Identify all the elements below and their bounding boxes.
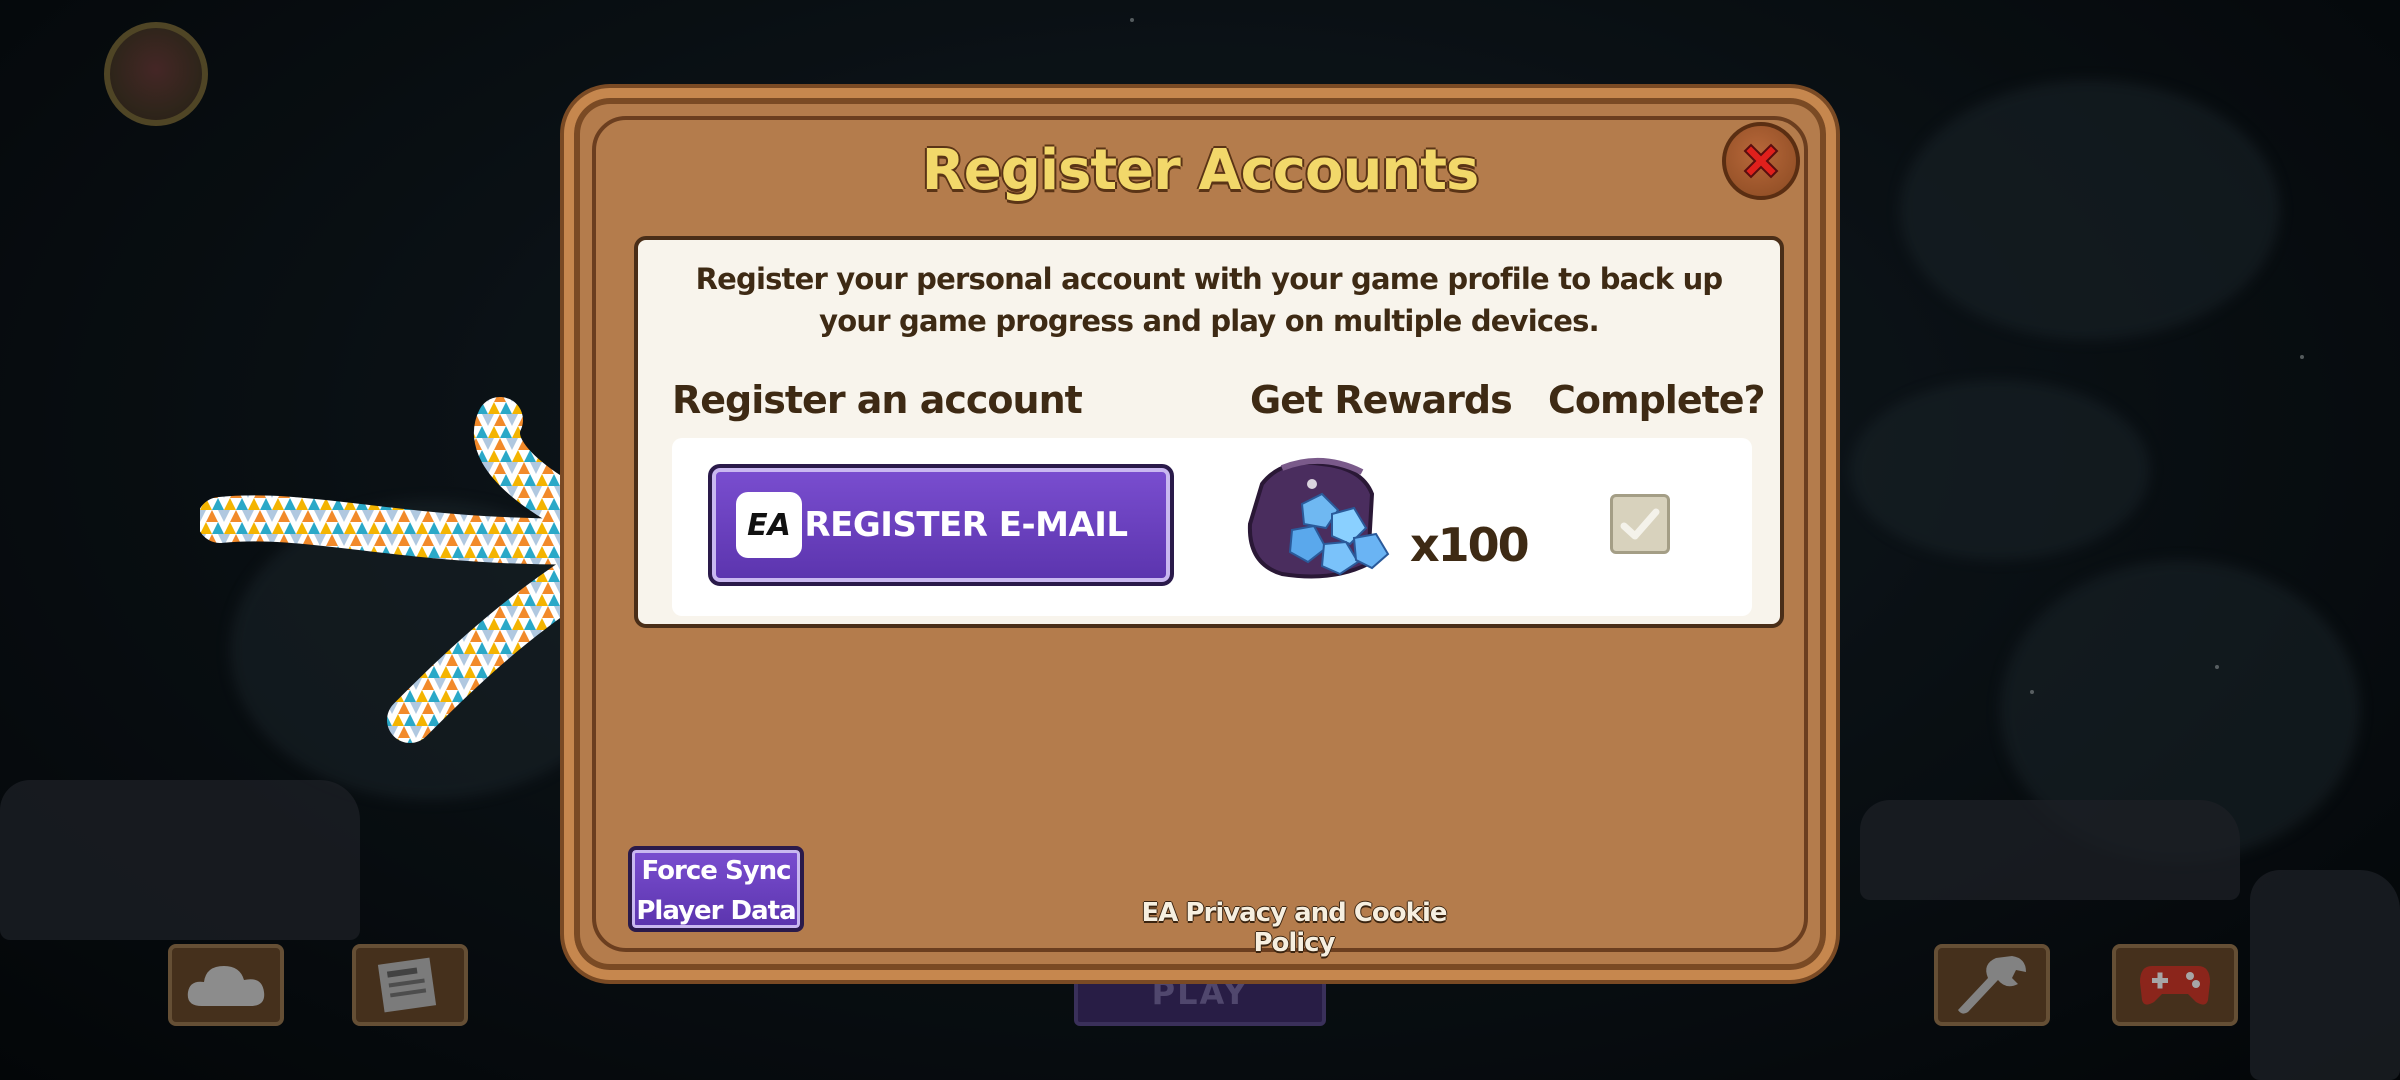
- force-sync-button[interactable]: Force Sync Player Data: [628, 846, 804, 932]
- register-email-label: REGISTER E-MAIL: [804, 505, 1128, 545]
- gem-bag-icon: [1247, 457, 1390, 579]
- privacy-policy-link[interactable]: EA Privacy and Cookie Policy: [1114, 898, 1474, 958]
- dialog-description: Register your personal account with your…: [695, 262, 1724, 338]
- register-panel: Register your personal account with your…: [634, 236, 1784, 628]
- close-button[interactable]: [1722, 122, 1800, 200]
- close-icon: [1743, 143, 1779, 179]
- column-header-register: Register an account: [672, 378, 1083, 422]
- force-sync-label-line1: Force Sync: [641, 856, 791, 886]
- force-sync-label-line2: Player Data: [636, 896, 796, 926]
- complete-checkbox: [1610, 494, 1670, 554]
- column-header-complete: Complete?: [1548, 378, 1766, 422]
- dialog-title: Register Accounts: [921, 138, 1480, 203]
- register-email-button[interactable]: EA REGISTER E-MAIL: [708, 464, 1174, 586]
- register-email-row: EA REGISTER E-MAIL x100: [672, 438, 1752, 616]
- column-header-rewards: Get Rewards: [1250, 378, 1513, 422]
- checkmark-icon: [1620, 508, 1660, 540]
- reward-quantity: x100: [1410, 518, 1530, 572]
- register-accounts-dialog: Register Accounts Register your personal…: [564, 88, 1836, 980]
- ea-logo-icon: EA: [736, 492, 802, 558]
